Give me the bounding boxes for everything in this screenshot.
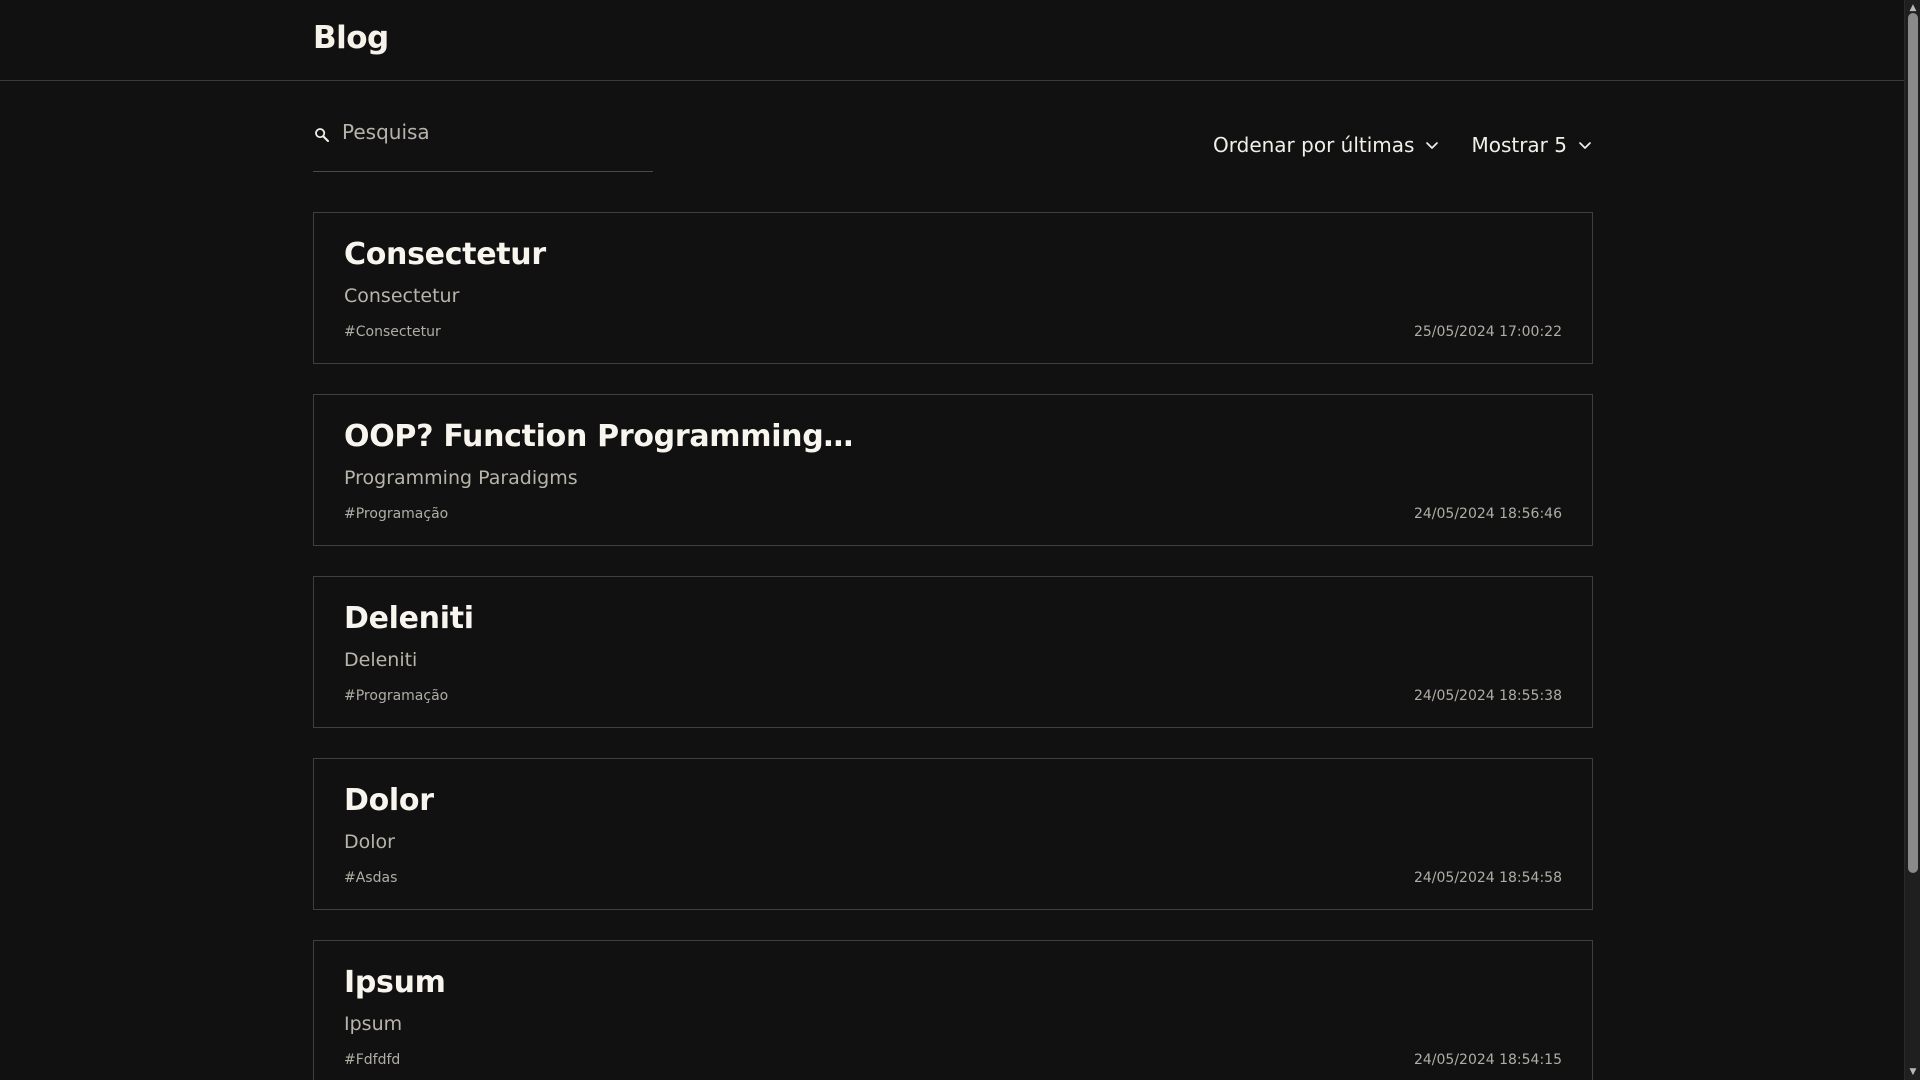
post-title: OOP? Function Programming?De... — [344, 419, 864, 454]
post-subtitle: Programming Paradigms — [344, 467, 578, 489]
post-date: 25/05/2024 17:00:22 — [1413, 324, 1562, 340]
page-scrollbar[interactable]: ▲ ▼ — [1904, 0, 1920, 1080]
sort-dropdown[interactable]: Ordenar por últimas — [1213, 133, 1440, 157]
chevron-down-icon — [1579, 142, 1591, 149]
post-card[interactable]: Consectetur Consectetur #Consectetur 25/… — [313, 212, 1593, 364]
post-meta: #Asdas 24/05/2024 18:54:58 — [344, 870, 1562, 886]
blog-logo-link[interactable]: Blog — [313, 20, 389, 56]
post-meta: #Consectetur 25/05/2024 17:00:22 — [344, 324, 1562, 340]
post-subtitle: Consectetur — [344, 285, 460, 307]
page: Blog Ordenar por últimas Mostrar 5 — [0, 0, 1920, 1080]
list-controls: Ordenar por últimas Mostrar 5 — [1213, 133, 1593, 157]
post-card[interactable]: Deleniti Deleniti #Programação 24/05/202… — [313, 576, 1593, 728]
top-header: Blog — [0, 0, 1904, 81]
post-subtitle: Ipsum — [344, 1013, 403, 1035]
post-title: Dolor — [344, 783, 434, 818]
post-tag[interactable]: #Consectetur — [344, 324, 441, 340]
post-meta: #Programação 24/05/2024 18:56:46 — [344, 506, 1562, 522]
post-card[interactable]: Ipsum Ipsum #Fdfdfd 24/05/2024 18:54:15 — [313, 940, 1593, 1080]
post-date: 24/05/2024 18:55:38 — [1413, 688, 1562, 704]
post-card[interactable]: Dolor Dolor #Asdas 24/05/2024 18:54:58 — [313, 758, 1593, 910]
post-toolbar: Ordenar por últimas Mostrar 5 — [313, 112, 1593, 174]
post-title: Ipsum — [344, 965, 446, 1000]
sort-dropdown-label: Ordenar por últimas — [1213, 133, 1415, 157]
post-subtitle: Deleniti — [344, 649, 418, 671]
scrollbar-thumb[interactable] — [1908, 13, 1918, 873]
search-box — [313, 112, 653, 172]
post-tag[interactable]: #Asdas — [344, 870, 397, 886]
search-input[interactable] — [342, 120, 622, 144]
post-list: Consectetur Consectetur #Consectetur 25/… — [313, 212, 1593, 1080]
chevron-down-icon — [1426, 142, 1439, 149]
post-date: 24/05/2024 18:56:46 — [1413, 506, 1562, 522]
post-card[interactable]: OOP? Function Programming?De... Programm… — [313, 394, 1593, 546]
post-tag[interactable]: #Programação — [344, 688, 448, 704]
show-count-dropdown[interactable]: Mostrar 5 — [1471, 133, 1593, 157]
post-meta: #Programação 24/05/2024 18:55:38 — [344, 688, 1562, 704]
post-tag[interactable]: #Fdfdfd — [344, 1052, 400, 1068]
post-meta: #Fdfdfd 24/05/2024 18:54:15 — [344, 1052, 1562, 1068]
post-title: Consectetur — [344, 237, 546, 272]
post-tag[interactable]: #Programação — [344, 506, 448, 522]
search-icon — [315, 128, 330, 143]
post-date: 24/05/2024 18:54:15 — [1413, 1052, 1562, 1068]
scroll-down-icon[interactable]: ▼ — [1907, 1066, 1919, 1078]
show-count-label: Mostrar 5 — [1471, 133, 1567, 157]
post-subtitle: Dolor — [344, 831, 395, 853]
post-title: Deleniti — [344, 601, 474, 636]
post-date: 24/05/2024 18:54:58 — [1413, 870, 1562, 886]
